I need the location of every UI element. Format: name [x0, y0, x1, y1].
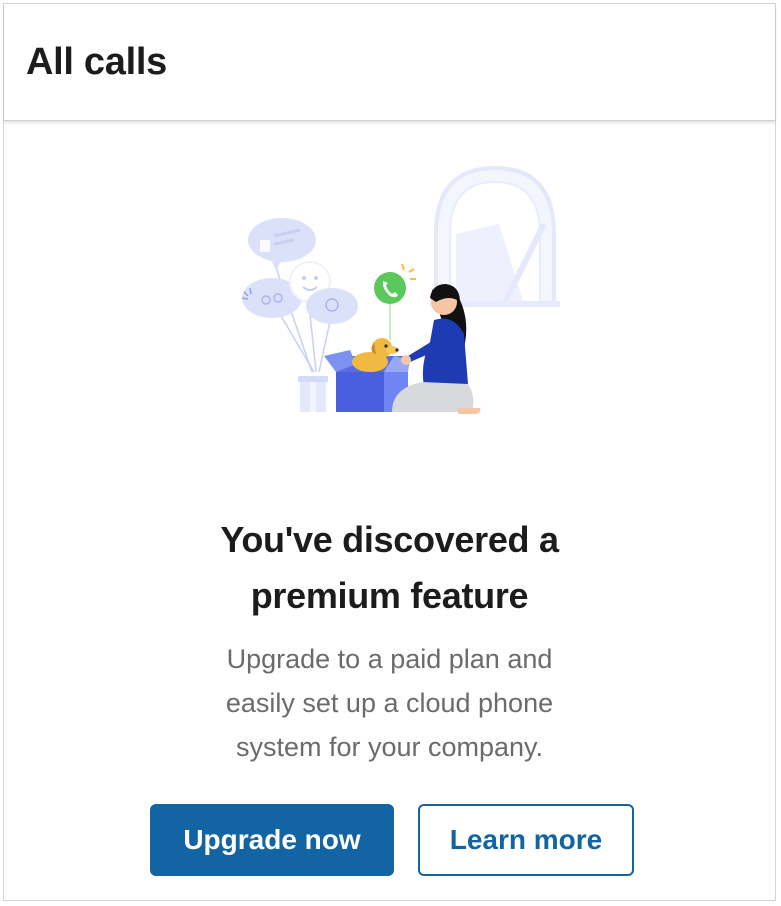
- description-line-3: system for your company.: [235, 732, 544, 762]
- gift-icon: [298, 376, 328, 412]
- all-calls-panel: All calls You've discovered a premium fe…: [3, 3, 776, 901]
- premium-feature-headline: You've discovered a premium feature: [4, 512, 775, 624]
- upgrade-now-button[interactable]: Upgrade now: [150, 804, 394, 876]
- premium-feature-illustration: [241, 165, 560, 414]
- description-line-1: Upgrade to a paid plan and: [226, 644, 553, 674]
- balloons-icon: [241, 218, 358, 373]
- phone-icon: [374, 263, 416, 340]
- headline-line-2: premium feature: [250, 575, 529, 616]
- upgrade-description: Upgrade to a paid plan and easily set up…: [4, 637, 775, 769]
- description-line-2: easily set up a cloud phone: [225, 688, 554, 718]
- headline-line-1: You've discovered a: [220, 519, 559, 560]
- panel-header: All calls: [4, 4, 775, 121]
- page-title: All calls: [26, 41, 167, 83]
- learn-more-button[interactable]: Learn more: [418, 804, 634, 876]
